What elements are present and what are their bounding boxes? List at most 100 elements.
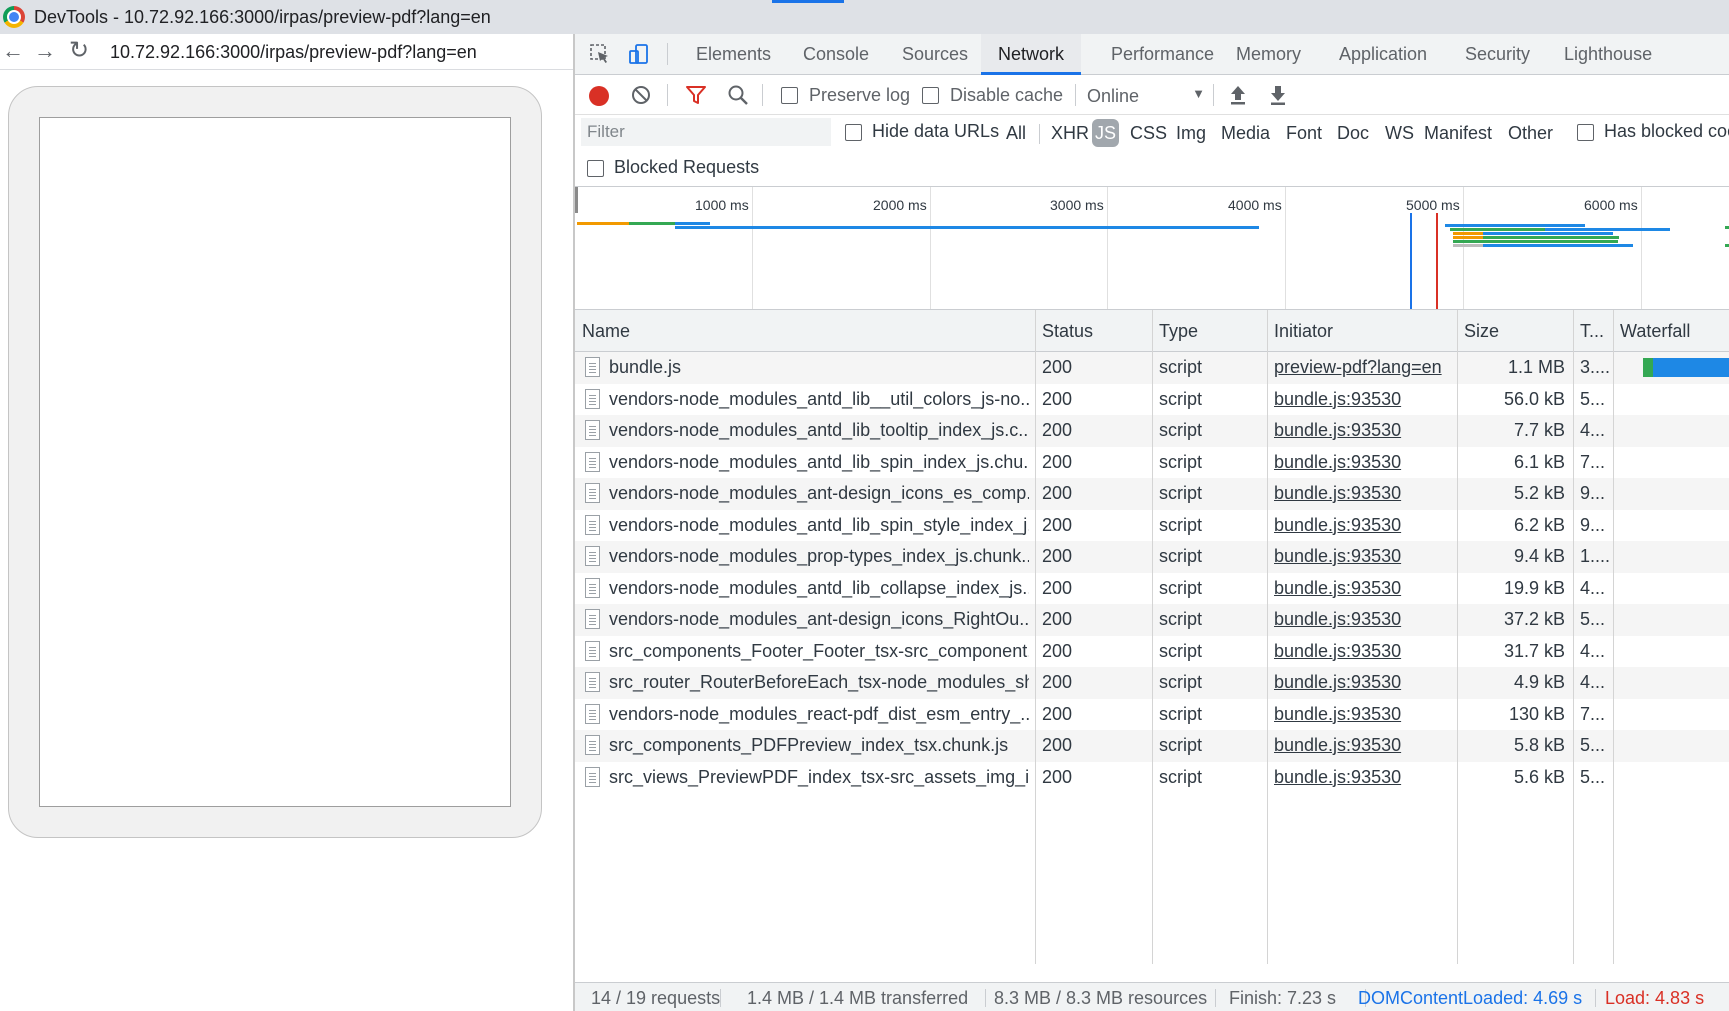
request-name[interactable]: src_views_PreviewPDF_index_tsx-src_asset…	[609, 767, 1029, 788]
filter-input[interactable]	[581, 118, 831, 146]
request-initiator-link[interactable]: bundle.js:93530	[1274, 609, 1452, 630]
request-status: 200	[1042, 640, 1073, 661]
request-type: script	[1159, 357, 1203, 377]
column-header-time[interactable]: T...	[1580, 321, 1604, 342]
type-filter-xhr[interactable]: XHR	[1049, 119, 1091, 147]
request-type: script	[1159, 640, 1203, 661]
type-filter-img[interactable]: Img	[1174, 119, 1208, 147]
request-name[interactable]: vendors-node_modules_antd_lib_spin_index…	[609, 452, 1029, 473]
network-summary-bar: 14 / 19 requests 1.4 MB / 1.4 MB transfe…	[575, 982, 1729, 1011]
type-filter-manifest[interactable]: Manifest	[1422, 119, 1494, 147]
request-initiator-link[interactable]: bundle.js:93530	[1274, 704, 1452, 725]
column-divider[interactable]	[1267, 310, 1268, 964]
tab-network[interactable]: Network	[981, 34, 1082, 75]
request-initiator-link[interactable]: bundle.js:93530	[1274, 389, 1452, 410]
import-har-icon[interactable]	[1227, 83, 1249, 107]
request-initiator-link[interactable]: bundle.js:93530	[1274, 672, 1452, 693]
request-type: script	[1159, 388, 1203, 409]
tab-sources[interactable]: Sources	[885, 34, 985, 75]
column-header-name[interactable]: Name	[582, 321, 630, 342]
throttle-select[interactable]: Online ▼	[1087, 83, 1207, 109]
device-toolbar-icon[interactable]	[627, 43, 649, 65]
request-name[interactable]: vendors-node_modules_antd_lib_collapse_i…	[609, 578, 1029, 599]
type-filter-all[interactable]: All	[1004, 119, 1028, 147]
tab-elements[interactable]: Elements	[679, 34, 788, 75]
reload-icon[interactable]: ↻	[66, 38, 92, 64]
request-initiator-link[interactable]: bundle.js:93530	[1274, 546, 1452, 567]
clear-icon[interactable]	[631, 85, 651, 105]
request-name[interactable]: vendors-node_modules_antd_lib_tooltip_in…	[609, 420, 1029, 441]
tab-application[interactable]: Application	[1322, 34, 1444, 75]
filter-icon[interactable]	[685, 84, 707, 106]
type-filter-js[interactable]: JS	[1092, 119, 1120, 147]
request-name[interactable]: src_components_PDFPreview_index_tsx.chun…	[609, 735, 1029, 756]
request-table: Name Status Type Initiator Size T... Wat…	[575, 310, 1729, 964]
type-filter-css[interactable]: CSS	[1128, 119, 1169, 147]
request-name[interactable]: vendors-node_modules_ant-design_icons_es…	[609, 483, 1029, 504]
column-header-type[interactable]: Type	[1159, 321, 1198, 342]
forward-arrow-icon[interactable]: →	[32, 38, 58, 64]
url-field[interactable]: 10.72.92.166:3000/irpas/preview-pdf?lang…	[110, 42, 477, 63]
tab-console[interactable]: Console	[786, 34, 886, 75]
request-initiator-link[interactable]: bundle.js:93530	[1274, 483, 1452, 504]
blocked-requests-checkbox[interactable]	[587, 160, 604, 177]
type-filter-font[interactable]: Font	[1284, 119, 1324, 147]
request-name[interactable]: vendors-node_modules_antd_lib_spin_style…	[609, 515, 1029, 536]
script-file-icon	[585, 703, 600, 724]
type-filter-other[interactable]: Other	[1506, 119, 1555, 147]
request-name[interactable]: bundle.js	[609, 357, 1029, 378]
column-divider[interactable]	[1457, 310, 1458, 964]
request-time: 3....	[1580, 357, 1611, 377]
type-filter-ws[interactable]: WS	[1383, 119, 1416, 147]
request-status: 200	[1042, 609, 1073, 629]
request-name[interactable]: src_components_Footer_Footer_tsx-src_com…	[609, 641, 1029, 662]
column-divider[interactable]	[1613, 310, 1614, 964]
tab-memory[interactable]: Memory	[1219, 34, 1318, 75]
request-initiator-link[interactable]: bundle.js:93530	[1274, 452, 1452, 473]
tab-performance[interactable]: Performance	[1094, 34, 1231, 75]
search-icon[interactable]	[727, 84, 749, 106]
request-name[interactable]: vendors-node_modules_prop-types_index_js…	[609, 546, 1029, 567]
request-initiator-link[interactable]: bundle.js:93530	[1274, 735, 1452, 756]
request-initiator-link[interactable]: preview-pdf?lang=en	[1274, 357, 1452, 378]
request-size: 6.2 kB	[1513, 514, 1565, 535]
hide-data-urls-checkbox[interactable]	[845, 124, 862, 141]
column-header-size[interactable]: Size	[1464, 321, 1499, 342]
inspect-element-icon[interactable]	[589, 43, 611, 65]
request-time: 7...	[1580, 451, 1606, 472]
network-overview[interactable]: 1000 ms 2000 ms 3000 ms 4000 ms 5000 ms …	[575, 187, 1729, 310]
request-initiator-link[interactable]: bundle.js:93530	[1274, 578, 1452, 599]
request-time: 4...	[1580, 577, 1606, 598]
request-name[interactable]: vendors-node_modules_react-pdf_dist_esm_…	[609, 704, 1029, 725]
request-initiator-link[interactable]: bundle.js:93530	[1274, 515, 1452, 536]
column-divider[interactable]	[1573, 310, 1574, 964]
disable-cache-checkbox[interactable]	[922, 87, 939, 104]
overview-bar	[1483, 236, 1619, 239]
request-initiator-link[interactable]: bundle.js:93530	[1274, 767, 1452, 788]
column-header-initiator[interactable]: Initiator	[1274, 321, 1333, 342]
request-initiator-link[interactable]: bundle.js:93530	[1274, 641, 1452, 662]
tab-security[interactable]: Security	[1448, 34, 1547, 75]
request-name[interactable]: src_router_RouterBeforeEach_tsx-node_mod…	[609, 672, 1029, 693]
device-screen[interactable]	[39, 117, 511, 807]
summary-load: Load: 4.83 s	[1605, 988, 1705, 1008]
overview-bar	[1725, 244, 1729, 247]
request-time: 1....	[1580, 546, 1611, 566]
column-header-status[interactable]: Status	[1042, 321, 1093, 342]
column-header-waterfall[interactable]: Waterfall	[1620, 321, 1690, 342]
request-type: script	[1159, 672, 1203, 692]
export-har-icon[interactable]	[1267, 83, 1289, 107]
type-filter-doc[interactable]: Doc	[1335, 119, 1371, 147]
tab-lighthouse[interactable]: Lighthouse	[1547, 34, 1669, 75]
column-divider[interactable]	[1035, 310, 1036, 964]
column-divider[interactable]	[1152, 310, 1153, 964]
request-name[interactable]: vendors-node_modules_ant-design_icons_Ri…	[609, 609, 1029, 630]
record-button[interactable]	[589, 86, 609, 106]
preserve-log-checkbox[interactable]	[781, 87, 798, 104]
request-size: 9.4 kB	[1513, 546, 1565, 566]
type-filter-media[interactable]: Media	[1219, 119, 1272, 147]
back-arrow-icon[interactable]: ←	[0, 38, 26, 64]
request-initiator-link[interactable]: bundle.js:93530	[1274, 420, 1452, 441]
request-name[interactable]: vendors-node_modules_antd_lib__util_colo…	[609, 389, 1029, 410]
has-blocked-cookies-checkbox[interactable]	[1577, 124, 1594, 141]
